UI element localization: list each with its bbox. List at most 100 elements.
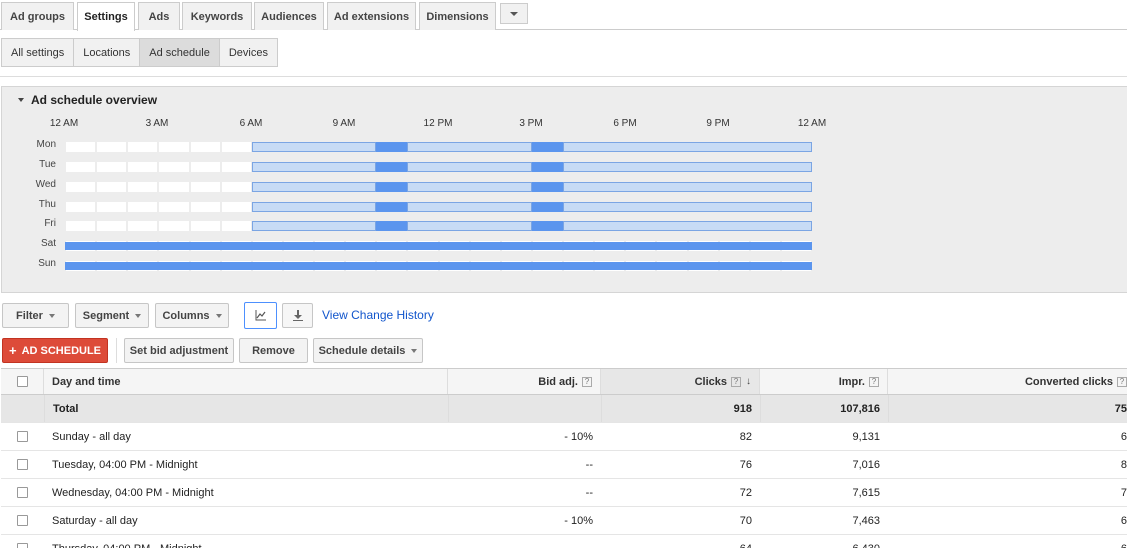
header-label: Converted clicks bbox=[1024, 375, 1113, 388]
overview-toggle[interactable]: Ad schedule overview bbox=[18, 93, 157, 107]
bid-adjusted-slot[interactable] bbox=[65, 262, 812, 270]
tab-ad-groups[interactable]: Ad groups bbox=[1, 2, 74, 30]
table-row[interactable]: Saturday - all day - 10% 70 7,463 6 bbox=[1, 507, 1127, 535]
day-label: Mon bbox=[36, 139, 56, 150]
cell-converted: 6 bbox=[1120, 430, 1127, 443]
hour-label: 9 AM bbox=[332, 118, 356, 129]
scheduled-slot[interactable] bbox=[563, 182, 812, 192]
add-ad-schedule-button[interactable]: + AD SCHEDULE bbox=[2, 338, 108, 363]
header-clicks[interactable]: Clicks ? ↓ bbox=[601, 369, 760, 394]
hour-cell bbox=[190, 162, 220, 172]
segment-button[interactable]: Segment bbox=[75, 303, 149, 328]
bid-adjusted-slot[interactable] bbox=[65, 242, 812, 250]
help-icon[interactable]: ? bbox=[731, 376, 741, 387]
table-row[interactable]: Thursday, 04:00 PM - Midnight--646,4306 bbox=[1, 535, 1127, 548]
hour-cell bbox=[159, 162, 189, 172]
scheduled-slot[interactable] bbox=[563, 142, 812, 152]
tab-audiences[interactable]: Audiences bbox=[254, 2, 324, 30]
bid-adjusted-slot[interactable] bbox=[531, 162, 563, 172]
settings-subtabs: All settings Locations Ad schedule Devic… bbox=[1, 38, 278, 67]
scheduled-slot[interactable] bbox=[407, 221, 532, 231]
table-row[interactable]: Wednesday, 04:00 PM - Midnight -- 72 7,615 7 bbox=[1, 479, 1127, 507]
header-bid-adj[interactable]: Bid adj. ? bbox=[448, 369, 601, 394]
scheduled-slot[interactable] bbox=[251, 221, 377, 231]
hour-label: 3 AM bbox=[145, 118, 169, 129]
hour-cell bbox=[159, 221, 189, 231]
scheduled-slot[interactable] bbox=[251, 182, 377, 192]
set-bid-adjustment-button[interactable]: Set bid adjustment bbox=[124, 338, 234, 363]
row-checkbox[interactable] bbox=[17, 459, 28, 470]
row-checkbox[interactable] bbox=[17, 487, 28, 498]
cell-converted: 8 bbox=[1120, 458, 1127, 471]
scheduled-slot[interactable] bbox=[563, 221, 812, 231]
schedule-row bbox=[65, 261, 812, 271]
cell-impr: 7,463 bbox=[852, 514, 880, 527]
select-all-checkbox[interactable] bbox=[16, 376, 28, 387]
total-row: Total 918 107,816 75 bbox=[1, 395, 1127, 423]
remove-label: Remove bbox=[252, 344, 295, 357]
cell-clicks: 64 bbox=[601, 535, 760, 548]
hour-cell bbox=[190, 221, 220, 231]
schedule-row bbox=[65, 202, 812, 212]
set-bid-label: Set bid adjustment bbox=[129, 344, 229, 357]
scheduled-slot[interactable] bbox=[251, 162, 377, 172]
tab-ad-extensions[interactable]: Ad extensions bbox=[327, 2, 416, 30]
hour-cell bbox=[97, 162, 127, 172]
scheduled-slot[interactable] bbox=[407, 162, 532, 172]
table-row[interactable]: Tuesday, 04:00 PM - Midnight -- 76 7,016 8 bbox=[1, 451, 1127, 479]
download-button[interactable] bbox=[282, 303, 313, 328]
remove-button[interactable]: Remove bbox=[239, 338, 308, 363]
collapse-triangle-icon bbox=[18, 98, 24, 102]
bid-adjusted-slot[interactable] bbox=[376, 202, 408, 212]
scheduled-slot[interactable] bbox=[407, 142, 532, 152]
table-row[interactable]: Sunday - all day - 10% 82 9,131 6 bbox=[1, 423, 1127, 451]
segment-label: Segment bbox=[82, 309, 130, 322]
toggle-chart-button[interactable] bbox=[244, 302, 277, 329]
scheduled-slot[interactable] bbox=[407, 182, 532, 192]
row-select-cell bbox=[1, 535, 44, 548]
bid-adjusted-slot[interactable] bbox=[376, 142, 408, 152]
header-label: Day and time bbox=[52, 375, 121, 388]
more-tabs-button[interactable] bbox=[500, 3, 528, 24]
view-change-history-link[interactable]: View Change History bbox=[322, 308, 434, 322]
scheduled-slot[interactable] bbox=[407, 202, 532, 212]
bid-adjusted-slot[interactable] bbox=[531, 182, 563, 192]
tab-keywords[interactable]: Keywords bbox=[182, 2, 252, 30]
subtab-all-settings[interactable]: All settings bbox=[2, 39, 75, 66]
total-impressions: 107,816 bbox=[760, 395, 888, 422]
cell-converted: 6 bbox=[888, 535, 1127, 548]
header-day-time[interactable]: Day and time bbox=[44, 369, 448, 394]
scheduled-slot[interactable] bbox=[251, 202, 377, 212]
columns-button[interactable]: Columns bbox=[155, 303, 229, 328]
row-checkbox[interactable] bbox=[17, 431, 28, 442]
filter-button[interactable]: Filter bbox=[2, 303, 69, 328]
schedule-details-button[interactable]: Schedule details bbox=[313, 338, 423, 363]
bid-adjusted-slot[interactable] bbox=[376, 182, 408, 192]
bid-adjusted-slot[interactable] bbox=[531, 142, 563, 152]
help-icon[interactable]: ? bbox=[582, 376, 592, 387]
header-impressions[interactable]: Impr. ? bbox=[760, 369, 888, 394]
hour-cell bbox=[190, 202, 220, 212]
header-converted-clicks[interactable]: Converted clicks ? bbox=[888, 369, 1127, 394]
row-checkbox[interactable] bbox=[17, 543, 28, 548]
subtab-ad-schedule[interactable]: Ad schedule bbox=[140, 39, 220, 66]
cell-converted: 7 bbox=[1120, 486, 1127, 499]
bid-adjusted-slot[interactable] bbox=[531, 221, 563, 231]
scheduled-slot[interactable] bbox=[563, 202, 812, 212]
subtab-devices[interactable]: Devices bbox=[219, 39, 277, 66]
cell-clicks: 82 bbox=[739, 430, 752, 443]
header-label: Impr. bbox=[838, 375, 865, 388]
tab-dimensions[interactable]: Dimensions bbox=[419, 2, 496, 30]
bid-adjusted-slot[interactable] bbox=[531, 202, 563, 212]
row-checkbox[interactable] bbox=[17, 515, 28, 526]
help-icon[interactable]: ? bbox=[1117, 376, 1127, 387]
scheduled-slot[interactable] bbox=[251, 142, 377, 152]
scheduled-slot[interactable] bbox=[563, 162, 812, 172]
help-icon[interactable]: ? bbox=[869, 376, 879, 387]
overview-title: Ad schedule overview bbox=[31, 93, 158, 107]
bid-adjusted-slot[interactable] bbox=[376, 162, 408, 172]
tab-ads[interactable]: Ads bbox=[138, 2, 180, 30]
subtab-locations[interactable]: Locations bbox=[74, 39, 141, 66]
bid-adjusted-slot[interactable] bbox=[376, 221, 408, 231]
tab-settings[interactable]: Settings bbox=[77, 2, 135, 31]
